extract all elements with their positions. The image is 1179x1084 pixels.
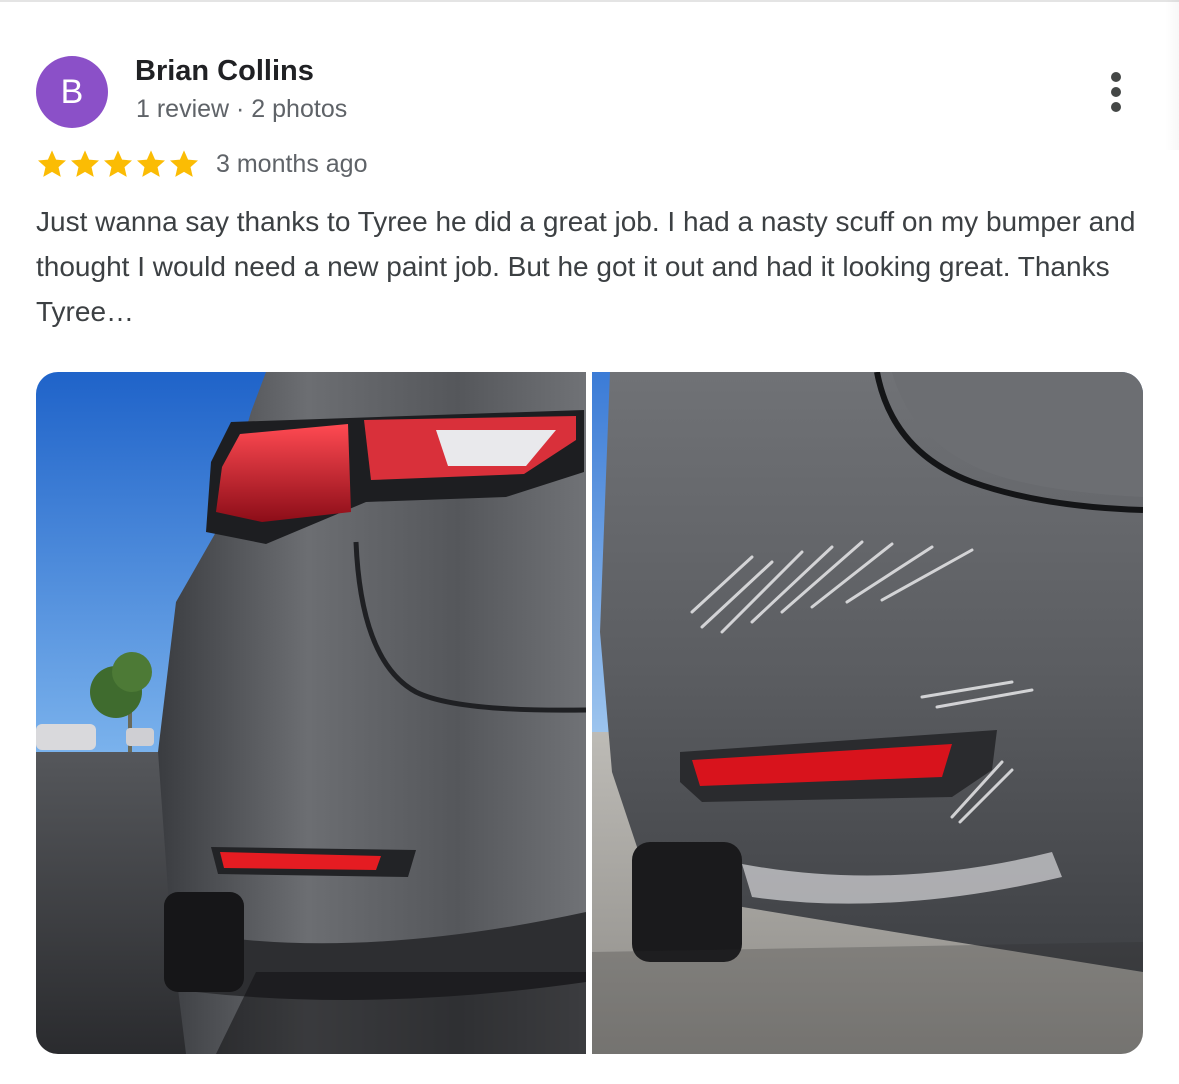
- scroll-edge-shade: [1165, 0, 1179, 150]
- avatar[interactable]: B: [36, 56, 108, 128]
- avatar-letter: B: [60, 73, 84, 111]
- star-icon: [71, 150, 99, 177]
- author-name[interactable]: Brian Collins: [135, 55, 314, 88]
- review-photo-1[interactable]: [36, 372, 586, 1054]
- star-icon: [170, 150, 198, 177]
- rating-row: 3 months ago: [36, 146, 368, 182]
- more-options-button[interactable]: [1096, 68, 1136, 116]
- review-text: Just wanna say thanks to Tyree he did a …: [36, 206, 1136, 327]
- review-photo-2[interactable]: [592, 372, 1143, 1054]
- star-rating: [36, 148, 200, 180]
- author-meta: 1 review · 2 photos: [136, 95, 348, 123]
- star-icon: [137, 150, 165, 177]
- star-icon: [104, 150, 132, 177]
- top-divider: [0, 0, 1179, 2]
- review-time: 3 months ago: [216, 149, 368, 178]
- star-icon: [38, 150, 66, 177]
